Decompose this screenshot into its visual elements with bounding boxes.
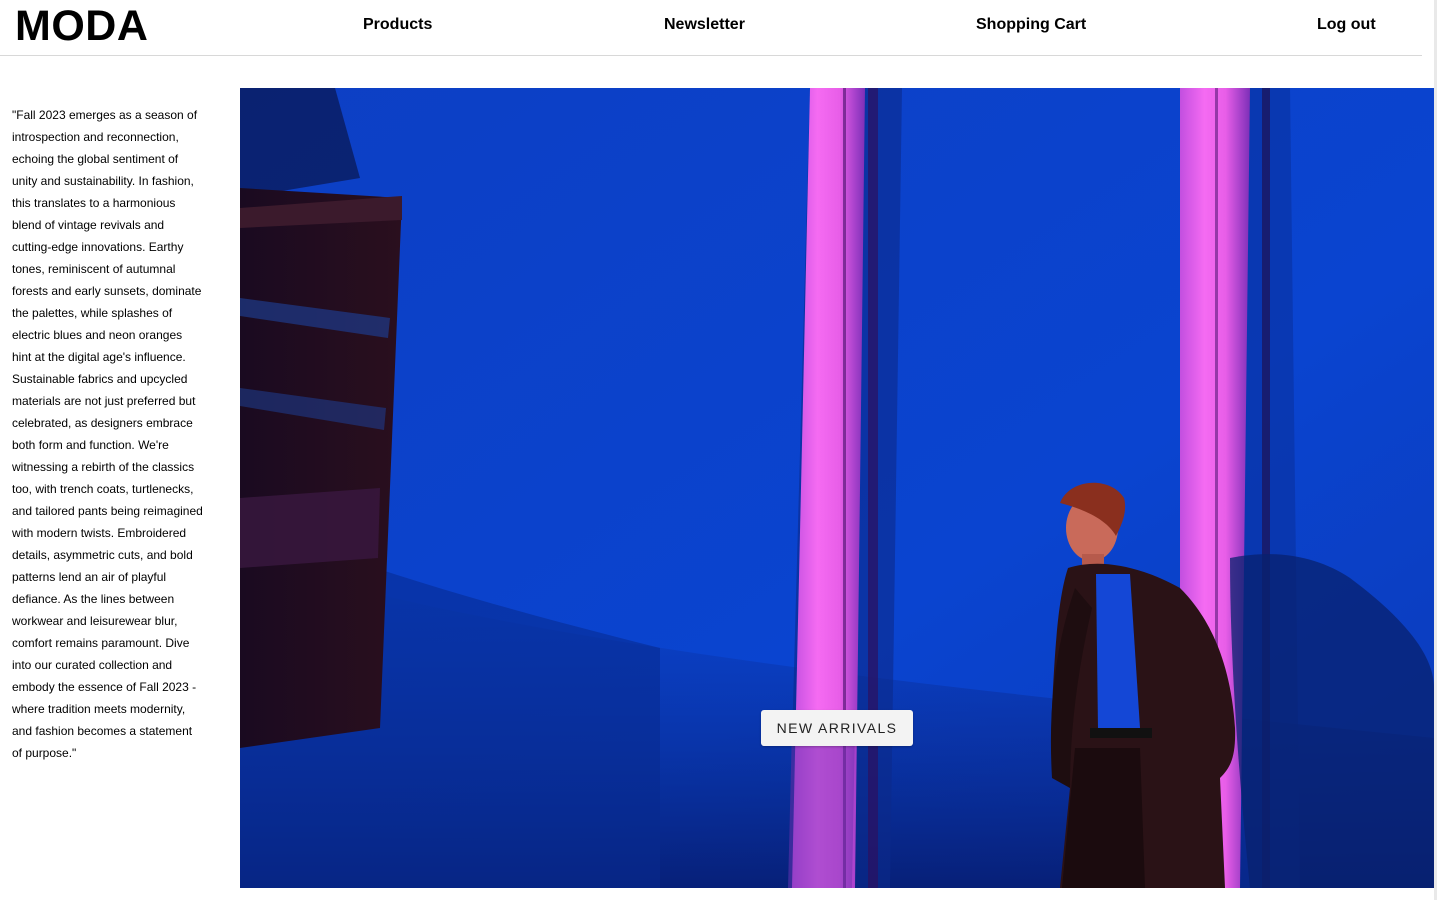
- new-arrivals-button[interactable]: NEW ARRIVALS: [761, 710, 913, 746]
- hero-image: [240, 88, 1434, 888]
- brand-logo[interactable]: MODA: [15, 3, 148, 49]
- nav-products-link[interactable]: Products: [363, 16, 432, 34]
- hero-photo-illustration: [240, 88, 1434, 888]
- top-header: MODA Products Newsletter Shopping Cart L…: [0, 0, 1422, 56]
- nav-logout-link[interactable]: Log out: [1317, 16, 1376, 34]
- nav-shopping-cart-link[interactable]: Shopping Cart: [976, 16, 1086, 34]
- nav-newsletter-link[interactable]: Newsletter: [664, 16, 745, 34]
- page: MODA Products Newsletter Shopping Cart L…: [0, 0, 1437, 900]
- season-intro-text: "Fall 2023 emerges as a season of intros…: [12, 108, 203, 760]
